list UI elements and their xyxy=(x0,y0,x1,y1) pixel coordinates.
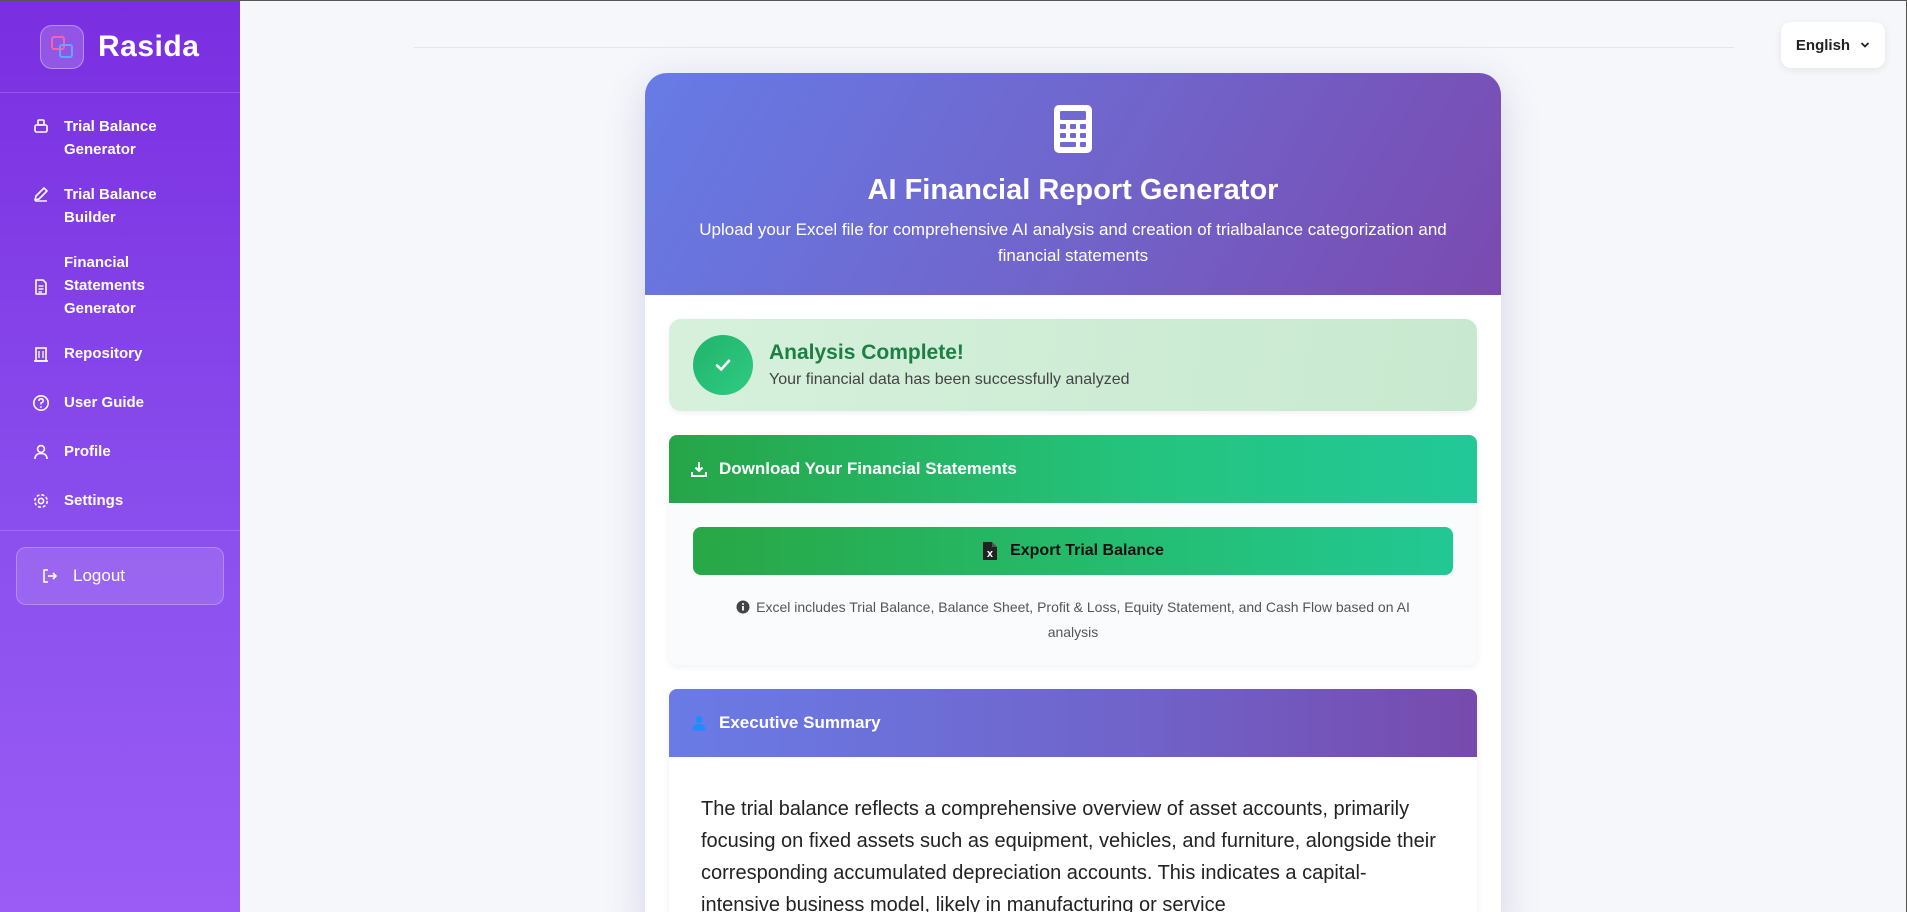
sidebar-item-label: Profile xyxy=(64,443,111,460)
executive-summary-text: The trial balance reflects a comprehensi… xyxy=(669,757,1477,912)
status-title: Analysis Complete! xyxy=(769,341,964,364)
calculator-icon xyxy=(1054,105,1092,153)
sidebar-nav: Trial Balance Generator Trial Balance Bu… xyxy=(0,93,240,520)
analysis-status-banner: Analysis Complete! Your financial data h… xyxy=(669,319,1477,411)
executive-summary-header: Executive Summary xyxy=(669,689,1477,757)
sidebar-item-settings[interactable]: Settings xyxy=(0,481,240,520)
card-content: Analysis Complete! Your financial data h… xyxy=(645,295,1501,912)
sidebar-item-label: User Guide xyxy=(64,394,145,411)
building-icon xyxy=(34,346,48,362)
page-subtitle: Upload your Excel file for comprehensive… xyxy=(699,220,1447,265)
user-icon xyxy=(34,444,48,459)
help-circle-icon xyxy=(33,394,49,411)
download-icon xyxy=(691,462,707,477)
sidebar-item-label: Repository xyxy=(64,345,143,362)
sidebar-item-financial-statements-generator[interactable]: Financial Statements Generator xyxy=(0,243,180,328)
sidebar-item-trial-balance-generator[interactable]: Trial Balance Generator xyxy=(0,107,200,169)
hero-header: AI Financial Report Generator Upload you… xyxy=(645,73,1501,295)
chevron-down-icon xyxy=(1860,42,1870,48)
executive-summary-panel: Executive Summary The trial balance refl… xyxy=(669,689,1477,912)
sidebar-item-label: Financial Statements Generator xyxy=(64,254,145,317)
download-heading: Download Your Financial Statements xyxy=(719,459,1017,478)
status-text: Analysis Complete! Your financial data h… xyxy=(769,341,1130,389)
sidebar: Rasida Trial Balance Generator Trial Bal… xyxy=(0,1,240,912)
status-message: Your financial data has been successfull… xyxy=(769,371,1130,388)
executive-summary-heading: Executive Summary xyxy=(719,713,881,732)
sidebar-item-label: Settings xyxy=(64,492,124,509)
logout-icon xyxy=(43,569,58,583)
pencil-icon xyxy=(34,187,48,202)
language-selected-label: English xyxy=(1795,36,1851,54)
logout-label: Logout xyxy=(73,566,125,585)
download-panel: Download Your Financial Statements X Exp… xyxy=(669,435,1477,665)
sidebar-item-trial-balance-builder[interactable]: Trial Balance Builder xyxy=(0,175,200,237)
logout-button[interactable]: Logout xyxy=(16,547,224,605)
top-divider xyxy=(414,47,1734,48)
download-panel-body: X Export Trial Balance Excel includes Tr… xyxy=(669,503,1477,665)
export-trial-balance-button[interactable]: X Export Trial Balance xyxy=(693,527,1453,575)
user-icon xyxy=(692,716,706,731)
download-panel-header: Download Your Financial Statements xyxy=(669,435,1477,503)
svg-text:X: X xyxy=(987,550,994,559)
stack-icon xyxy=(34,119,48,133)
sidebar-item-label: Trial Balance Generator xyxy=(64,118,157,158)
gear-icon xyxy=(34,493,48,508)
brand[interactable]: Rasida xyxy=(0,1,240,93)
sidebar-divider xyxy=(0,530,240,531)
sidebar-item-user-guide[interactable]: User Guide xyxy=(0,383,240,422)
info-icon xyxy=(736,600,750,614)
document-icon xyxy=(35,278,47,295)
report-generator-card: AI Financial Report Generator Upload you… xyxy=(645,73,1501,912)
language-select[interactable]: English xyxy=(1781,22,1885,68)
page-title: AI Financial Report Generator xyxy=(867,174,1279,206)
sidebar-item-profile[interactable]: Profile xyxy=(0,432,240,471)
sidebar-item-label: Trial Balance Builder xyxy=(64,186,157,226)
export-note: Excel includes Trial Balance, Balance Sh… xyxy=(713,595,1433,645)
export-label: Export Trial Balance xyxy=(1010,542,1164,559)
brand-name: Rasida xyxy=(98,29,200,63)
sidebar-item-repository[interactable]: Repository xyxy=(0,334,240,373)
check-circle-icon xyxy=(693,335,753,395)
excel-file-icon: X xyxy=(983,542,998,560)
export-note-text: Excel includes Trial Balance, Balance Sh… xyxy=(756,599,1410,640)
brand-logo-icon xyxy=(40,24,84,69)
